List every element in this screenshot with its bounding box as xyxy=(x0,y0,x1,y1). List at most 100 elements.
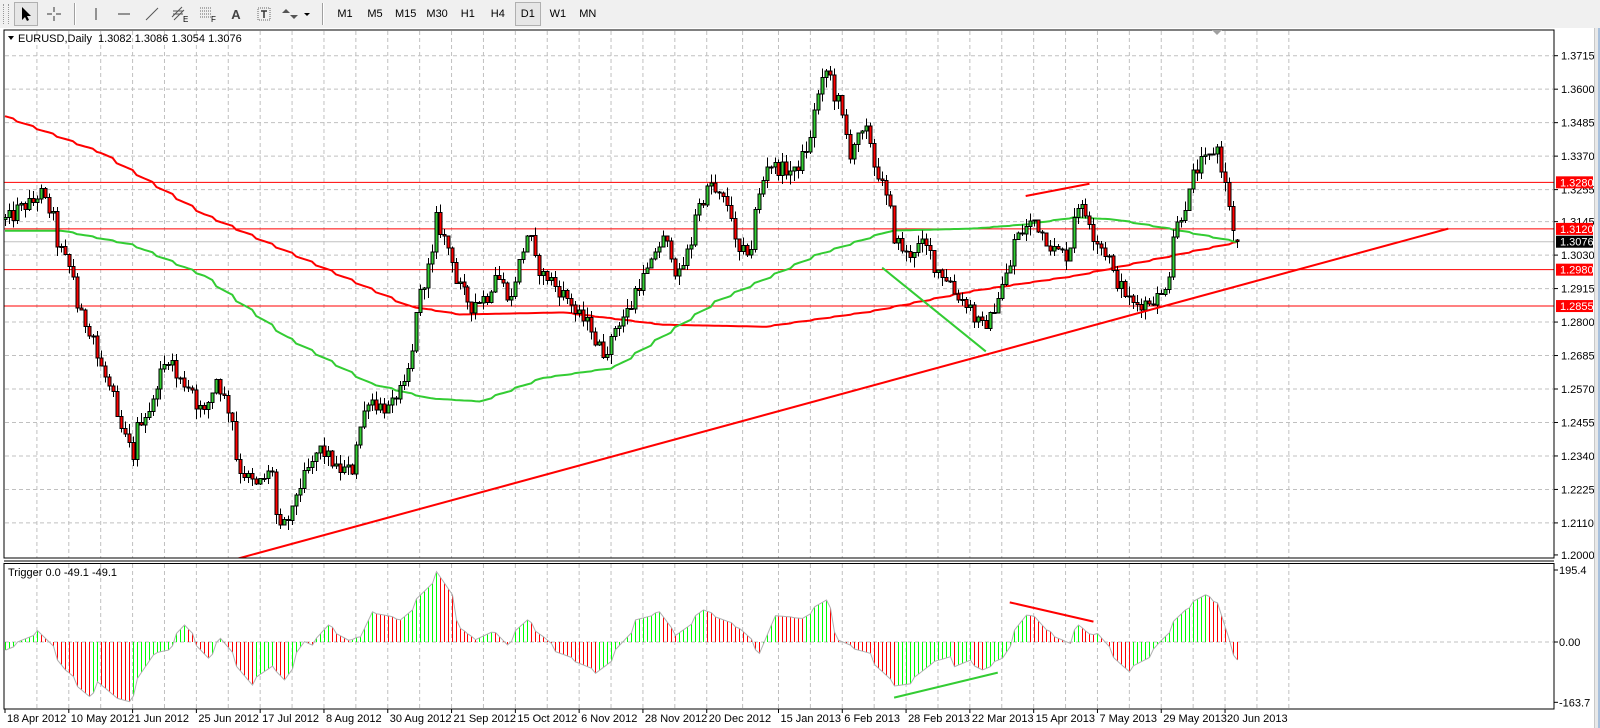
candle xyxy=(298,487,303,496)
candle xyxy=(924,238,929,247)
candle xyxy=(1072,216,1077,249)
candle xyxy=(123,428,128,435)
candle xyxy=(294,494,299,507)
candle xyxy=(665,235,670,242)
candle xyxy=(1091,224,1096,242)
text-label-button[interactable] xyxy=(252,2,276,26)
candle xyxy=(194,389,199,410)
candle xyxy=(1223,171,1228,183)
candle xyxy=(784,161,789,176)
candle xyxy=(533,235,538,257)
equidistant-channel-button[interactable]: E xyxy=(168,2,192,26)
candle xyxy=(840,95,845,116)
trendline-button[interactable] xyxy=(140,2,164,26)
chart-canvas[interactable]: 1.37151.36001.34851.33701.32551.31451.30… xyxy=(0,0,1600,728)
candle xyxy=(210,392,215,404)
timeframe-m1[interactable]: M1 xyxy=(332,2,358,26)
candle xyxy=(465,286,470,303)
candle xyxy=(330,450,335,467)
text-button[interactable]: A xyxy=(224,2,248,26)
candle xyxy=(326,450,331,458)
candle xyxy=(880,178,885,181)
candle xyxy=(418,289,423,313)
candle xyxy=(135,422,140,460)
timeframe-m5[interactable]: M5 xyxy=(362,2,388,26)
candle xyxy=(346,464,351,468)
toolbar-grip[interactable] xyxy=(3,4,9,24)
indicator-title: Trigger 0.0 -49.1 -49.1 xyxy=(8,567,117,579)
candle xyxy=(473,301,478,314)
price-axis[interactable]: 1.37151.36001.34851.33701.32551.31451.30… xyxy=(1554,51,1595,562)
candle xyxy=(314,452,319,463)
candle xyxy=(753,208,758,251)
candle xyxy=(1179,220,1184,223)
chart-background xyxy=(0,28,1594,728)
indicator-axis-label: 195.4 xyxy=(1559,565,1587,577)
candle xyxy=(788,170,793,176)
candle xyxy=(462,281,467,288)
crosshair-button[interactable] xyxy=(42,2,66,26)
candle xyxy=(944,277,949,282)
candle xyxy=(1123,281,1128,298)
candle xyxy=(318,445,323,454)
candle xyxy=(342,466,347,474)
level-price-label: 1.3120 xyxy=(1560,224,1594,236)
crosshair-icon xyxy=(47,7,61,21)
candle xyxy=(454,262,459,284)
timeframe-mn[interactable]: MN xyxy=(575,2,601,26)
candle xyxy=(7,209,12,218)
candle xyxy=(517,258,522,283)
candle xyxy=(940,269,945,279)
toolbar-separator xyxy=(322,3,324,25)
horizontal-line-button[interactable] xyxy=(112,2,136,26)
candle xyxy=(206,402,211,410)
candle xyxy=(334,463,339,467)
candle xyxy=(1032,219,1037,222)
vertical-line-button[interactable] xyxy=(84,2,108,26)
price-label: 1.3600 xyxy=(1561,84,1595,96)
timeframe-d1[interactable]: D1 xyxy=(514,2,541,26)
candle xyxy=(366,404,371,412)
candle xyxy=(1044,232,1049,247)
time-label: 15 Oct 2012 xyxy=(517,713,577,725)
candle xyxy=(15,204,20,221)
level-price-label: 1.3280 xyxy=(1560,177,1594,189)
candle xyxy=(91,335,96,338)
candle xyxy=(613,327,618,337)
timeframe-h4[interactable]: H4 xyxy=(485,2,511,26)
candle xyxy=(406,367,411,382)
candle xyxy=(976,316,981,323)
candle xyxy=(936,269,941,274)
candle xyxy=(43,188,48,198)
candle xyxy=(1076,208,1081,218)
candle xyxy=(521,251,526,260)
candle xyxy=(856,132,861,146)
candle xyxy=(71,265,76,278)
candle xyxy=(11,209,16,221)
candle xyxy=(469,301,474,314)
svg-text:EURUSD,Daily1.3082 1.3086 1.30: EURUSD,Daily 1.3082 1.3086 1.3054 1.3076 xyxy=(18,33,242,45)
channel-icon: E xyxy=(171,6,188,23)
candle xyxy=(1227,181,1232,208)
candle xyxy=(553,277,558,287)
candle xyxy=(382,403,387,414)
candle xyxy=(162,363,167,370)
timeframe-m30[interactable]: M30 xyxy=(423,2,450,26)
time-label: 30 Aug 2012 xyxy=(390,713,452,725)
svg-text:F: F xyxy=(211,15,216,23)
candle xyxy=(585,316,590,322)
candle xyxy=(988,312,993,329)
fibonacci-button[interactable]: F xyxy=(196,2,220,26)
cursor-button[interactable] xyxy=(14,2,38,26)
candle xyxy=(669,240,674,260)
candle xyxy=(214,379,219,394)
candle xyxy=(1131,295,1136,303)
candle xyxy=(1111,255,1116,272)
arrows-dropdown-button[interactable] xyxy=(280,2,314,26)
price-label: 1.2225 xyxy=(1561,484,1595,496)
timeframe-m15[interactable]: M15 xyxy=(392,2,419,26)
candle xyxy=(497,275,502,280)
time-label: 10 May 2012 xyxy=(71,713,135,725)
timeframe-h1[interactable]: H1 xyxy=(455,2,481,26)
timeframe-w1[interactable]: W1 xyxy=(545,2,571,26)
